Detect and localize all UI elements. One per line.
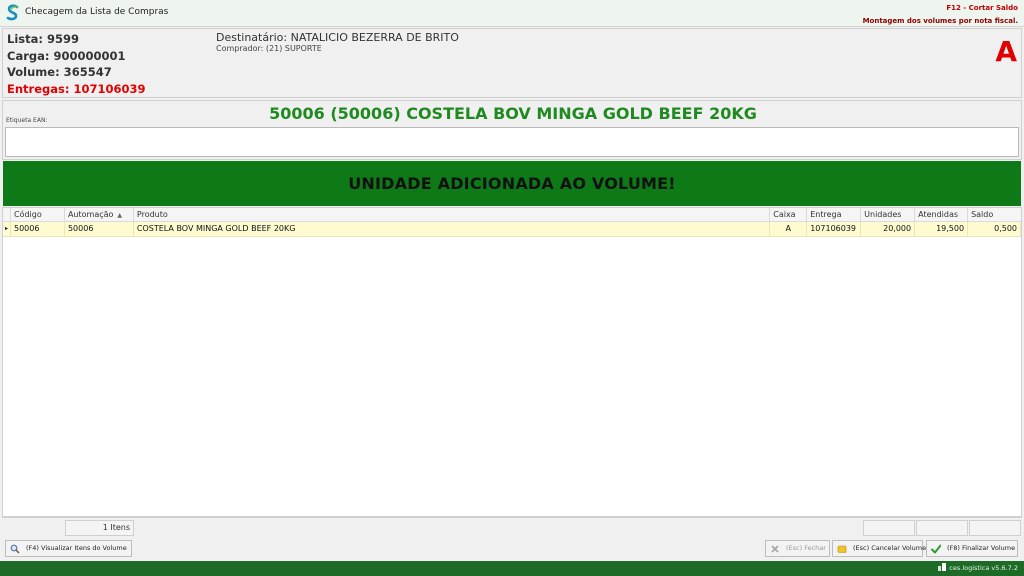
cell-atendidas[interactable]: 19,500 <box>915 222 969 236</box>
grid-header: Código Automação ▲ Produto Caixa Entrega … <box>3 208 1021 222</box>
cell-saldo[interactable]: 0,500 <box>968 222 1022 236</box>
ean-label: Etiqueta EAN: <box>6 117 48 124</box>
x-icon <box>771 545 779 553</box>
header-info-panel: Lista: 9599 Carga: 900000001 Volume: 365… <box>2 28 1022 98</box>
version-info: ces.logistica v5.6.7.2 <box>938 563 1018 574</box>
cell-produto[interactable]: COSTELA BOV MINGA GOLD BEEF 20KG <box>134 222 771 236</box>
summary-box-saldo <box>969 520 1021 536</box>
mode-hint: Montagem dos volumes por nota fiscal. <box>862 17 1018 25</box>
version-label: ces.logistica v5.6.7.2 <box>949 564 1018 572</box>
items-grid[interactable]: Código Automação ▲ Produto Caixa Entrega … <box>2 207 1022 517</box>
bottom-status-bar: ces.logistica v5.6.7.2 <box>0 561 1024 576</box>
lista-label: Lista: 9599 <box>7 32 79 46</box>
box-letter: A <box>995 35 1017 68</box>
status-message: UNIDADE ADICIONADA AO VOLUME! <box>348 174 676 193</box>
title-bar: Checagem da Lista de Compras F12 - Corta… <box>0 0 1024 27</box>
cell-codigo[interactable]: 50006 <box>11 222 65 236</box>
cell-unidades[interactable]: 20,000 <box>861 222 916 236</box>
column-header-atendidas[interactable]: Atendidas <box>915 208 969 221</box>
grid-summary-footer: 1 Itens <box>2 517 1022 537</box>
action-buttons: (F4) Visualizar Itens do Volume (Esc) Fe… <box>0 538 1024 560</box>
product-title: 50006 (50006) COSTELA BOV MINGA GOLD BEE… <box>269 104 757 123</box>
app-window: Checagem da Lista de Compras F12 - Corta… <box>0 0 1024 576</box>
cell-caixa[interactable]: A <box>770 222 808 236</box>
status-message-bar: UNIDADE ADICIONADA AO VOLUME! <box>3 161 1021 206</box>
product-panel: 50006 (50006) COSTELA BOV MINGA GOLD BEE… <box>2 100 1022 160</box>
cell-automacao[interactable]: 50006 <box>65 222 134 236</box>
table-row[interactable]: ▸ 50006 50006 COSTELA BOV MINGA GOLD BEE… <box>3 222 1022 237</box>
row-indicator-header <box>3 208 11 221</box>
column-header-produto[interactable]: Produto <box>134 208 771 221</box>
check-icon <box>931 544 941 554</box>
close-label: (Esc) Fechar <box>786 544 826 552</box>
column-header-automacao[interactable]: Automação ▲ <box>65 208 134 221</box>
entregas-label: Entregas: 107106039 <box>7 81 146 96</box>
shortcut-hint: F12 - Cortar Saldo <box>946 4 1018 12</box>
close-button[interactable]: (Esc) Fechar <box>765 540 830 557</box>
folder-icon <box>837 545 847 553</box>
cancel-volume-button[interactable]: (Esc) Cancelar Volume <box>832 540 927 557</box>
column-header-unidades[interactable]: Unidades <box>861 208 916 221</box>
carga-label: Carga: 900000001 <box>7 48 126 63</box>
column-header-automacao-label: Automação <box>67 210 114 219</box>
cell-entrega[interactable]: 107106039 <box>807 222 862 236</box>
window-title: Checagem da Lista de Compras <box>25 7 169 17</box>
sort-ascending-icon: ▲ <box>117 212 123 219</box>
row-pointer-icon: ▸ <box>3 222 11 236</box>
logo-s-icon <box>6 4 19 21</box>
summary-box-unidades <box>863 520 915 536</box>
title-hints: F12 - Cortar Saldo Montagem dos volumes … <box>863 3 1018 27</box>
summary-box-atendidas <box>916 520 968 536</box>
column-header-saldo[interactable]: Saldo <box>968 208 1021 221</box>
view-volume-items-button[interactable]: (F4) Visualizar Itens do Volume <box>5 540 132 557</box>
load-info: Lista: 9599 Carga: 900000001 Volume: 365… <box>7 31 145 97</box>
app-icon <box>938 563 947 571</box>
cancel-volume-label: (Esc) Cancelar Volume <box>853 544 927 552</box>
finish-volume-label: (F8) Finalizar Volume <box>947 544 1016 552</box>
magnifier-icon <box>10 544 20 554</box>
column-header-caixa[interactable]: Caixa <box>770 208 808 221</box>
item-count: 1 Itens <box>65 520 134 536</box>
view-volume-items-label: (F4) Visualizar Itens do Volume <box>26 544 127 552</box>
buyer-label: Comprador: (21) SUPORTE <box>216 44 322 53</box>
column-header-entrega[interactable]: Entrega <box>807 208 862 221</box>
ean-input[interactable] <box>5 127 1019 157</box>
recipient-label: Destinatário: NATALICIO BEZERRA DE BRITO <box>216 31 459 44</box>
volume-label: Volume: 365547 <box>7 65 112 79</box>
column-header-codigo[interactable]: Código <box>11 208 65 221</box>
finish-volume-button[interactable]: (F8) Finalizar Volume <box>926 540 1018 557</box>
